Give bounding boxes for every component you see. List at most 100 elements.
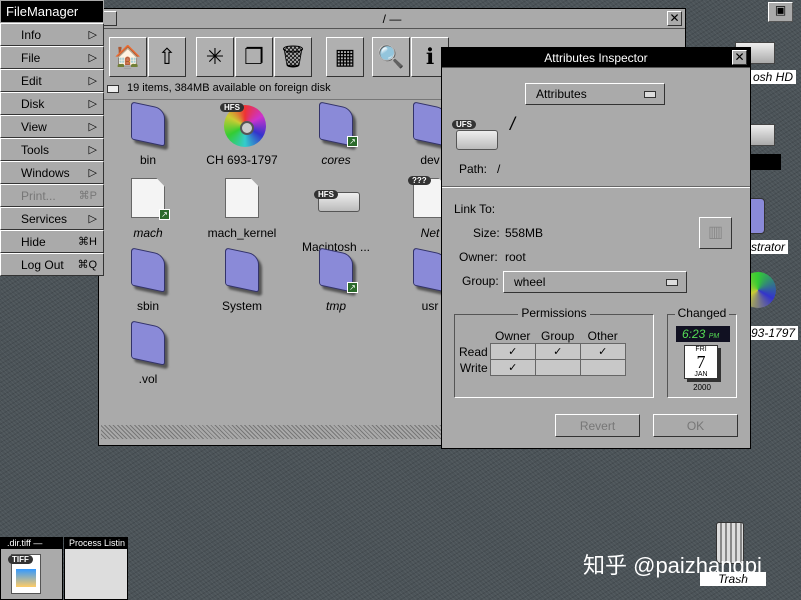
permission-checkbox[interactable]: ✓ <box>489 359 536 376</box>
menu-item-hide[interactable]: Hide ⌘H <box>0 230 104 253</box>
link-badge-icon: ↗ <box>347 136 358 147</box>
file-icon-folder[interactable]: bin <box>103 101 193 167</box>
menu-item-services[interactable]: Services ▷ <box>0 207 104 230</box>
dock-app-icon[interactable]: ▣ <box>768 2 793 22</box>
group-label: Group: <box>462 274 499 288</box>
info-icon: ℹ <box>425 44 435 69</box>
menu-item-print[interactable]: Print... ⌘P <box>0 184 104 207</box>
miniwindow-process-listing[interactable]: Process Listin <box>64 537 128 600</box>
main-menu: FileManager Info ▷ File ▷ Edit ▷ Disk ▷ View ▷ Too… <box>0 0 104 276</box>
recycler-button[interactable]: 🗑 <box>274 37 312 77</box>
file-icon-cd[interactable]: HFS CH 693-1797 <box>197 103 287 167</box>
file-name: bin <box>139 153 156 167</box>
disk-status-icon <box>107 85 119 93</box>
file-icon-folder[interactable]: ↗ cores <box>291 101 381 167</box>
submenu-arrow-icon: ▷ <box>88 75 97 87</box>
inspector-mode-popup[interactable]: Attributes <box>525 83 665 105</box>
home-icon: 🏠 <box>114 44 142 69</box>
menu-item-label: Services <box>21 212 68 226</box>
parent-folder-button[interactable]: ⇧ <box>148 37 186 77</box>
permission-checkbox[interactable]: ✓ <box>579 343 626 360</box>
menu-item-log-out[interactable]: Log Out ⌘Q <box>0 253 104 276</box>
desktop-label[interactable]: osh HD <box>750 70 797 84</box>
permission-checkbox[interactable] <box>534 359 581 376</box>
shortcut-key: ⌘Q <box>77 259 97 271</box>
compute-size-button[interactable]: ▥ <box>699 217 732 249</box>
perm-col-header: Group <box>541 329 575 343</box>
view-mode-button[interactable]: ▦ <box>326 37 364 77</box>
file-name: .vol <box>138 372 158 386</box>
home-button[interactable]: 🏠 <box>109 37 147 77</box>
menu-item-label: Hide <box>21 235 46 249</box>
miniaturize-button[interactable] <box>102 11 117 26</box>
size-label: Size: <box>473 226 500 240</box>
perm-row-label: Read <box>459 344 488 359</box>
menu-item-label: Edit <box>21 74 42 88</box>
submenu-arrow-icon: ▷ <box>88 52 97 64</box>
ok-button[interactable]: OK <box>653 414 738 437</box>
menu-item-view[interactable]: View ▷ <box>0 115 104 138</box>
submenu-arrow-icon: ▷ <box>88 213 97 225</box>
new-folder-button[interactable]: ✳ <box>196 37 234 77</box>
find-button[interactable]: 🔍 <box>372 37 410 77</box>
new-folder-icon: ✳ <box>205 44 225 69</box>
revert-button[interactable]: Revert <box>555 414 640 437</box>
file-icon-folder[interactable]: ↗ tmp <box>291 247 381 313</box>
file-icon-folder[interactable]: sbin <box>103 247 193 313</box>
menu-item-edit[interactable]: Edit ▷ <box>0 69 104 92</box>
file-icon-folder[interactable]: .vol <box>103 320 193 386</box>
file-name: CH 693-1797 <box>206 153 278 167</box>
doc-icon: ↗ <box>130 178 170 220</box>
group-popup[interactable]: wheel <box>503 271 687 293</box>
menu-item-label: Info <box>21 28 42 42</box>
viewer-status: 19 items, 384MB available on foreign dis… <box>127 82 331 94</box>
inspector-title: Attributes Inspector <box>544 51 648 65</box>
menu-item-label: Print... <box>21 189 56 203</box>
menu-item-label: View <box>21 120 47 134</box>
menu-item-disk[interactable]: Disk ▷ <box>0 92 104 115</box>
shortcut-key: ⌘P <box>78 190 97 202</box>
file-icon-doc[interactable]: ↗ mach <box>103 178 193 240</box>
find-icon: 🔍 <box>377 44 405 69</box>
file-icon-disk[interactable]: HFS Macintosh ... <box>291 178 381 254</box>
submenu-arrow-icon: ▷ <box>88 121 97 133</box>
close-button[interactable]: ✕ <box>667 11 682 26</box>
recycler-icon: 🗑 <box>279 44 307 69</box>
cd-icon: HFS <box>220 103 266 147</box>
miniwindow-dir-tiff[interactable]: .dir.tiff — TIFF <box>0 537 63 600</box>
file-name: System <box>221 299 262 313</box>
owner-value: root <box>505 250 526 264</box>
folder-icon <box>130 247 166 293</box>
file-name: mach <box>133 226 163 240</box>
file-icon-doc[interactable]: mach_kernel <box>197 178 287 240</box>
parent-folder-icon: ⇧ <box>157 44 177 69</box>
file-name: cores <box>321 153 351 167</box>
viewer-title-bar[interactable]: / — ✕ <box>99 9 685 29</box>
desktop-label[interactable]: 93-1797 <box>748 326 799 340</box>
path-label: Path: <box>459 162 488 176</box>
inspector-title-bar[interactable]: Attributes Inspector ✕ <box>442 48 750 68</box>
calendar-icon: FRI 7 JAN <box>684 345 718 379</box>
menu-item-info[interactable]: Info ▷ <box>0 23 104 46</box>
size-value: 558MB <box>505 226 544 240</box>
permission-checkbox[interactable]: ✓ <box>489 343 536 360</box>
desktop-label[interactable]: strator <box>748 240 789 254</box>
file-name: tmp <box>325 299 346 313</box>
miniwindow-title: .dir.tiff — <box>1 538 62 549</box>
permission-checkbox[interactable]: ✓ <box>534 343 581 360</box>
menu-item-tools[interactable]: Tools ▷ <box>0 138 104 161</box>
permission-checkbox[interactable] <box>579 359 626 376</box>
tiff-file-icon: TIFF <box>8 554 41 594</box>
folder-icon <box>130 320 166 366</box>
folder-icon: ↗ <box>318 101 358 147</box>
folder-icon <box>224 247 260 293</box>
menu-item-windows[interactable]: Windows ▷ <box>0 161 104 184</box>
menu-item-file[interactable]: File ▷ <box>0 46 104 69</box>
copy-button[interactable]: ❐ <box>235 37 273 77</box>
doc-icon <box>224 178 260 220</box>
submenu-arrow-icon: ▷ <box>88 167 97 179</box>
viewer-title: / — <box>382 12 402 26</box>
file-icon-folder[interactable]: System <box>197 247 287 313</box>
close-button[interactable]: ✕ <box>732 50 747 65</box>
submenu-arrow-icon: ▷ <box>88 98 97 110</box>
